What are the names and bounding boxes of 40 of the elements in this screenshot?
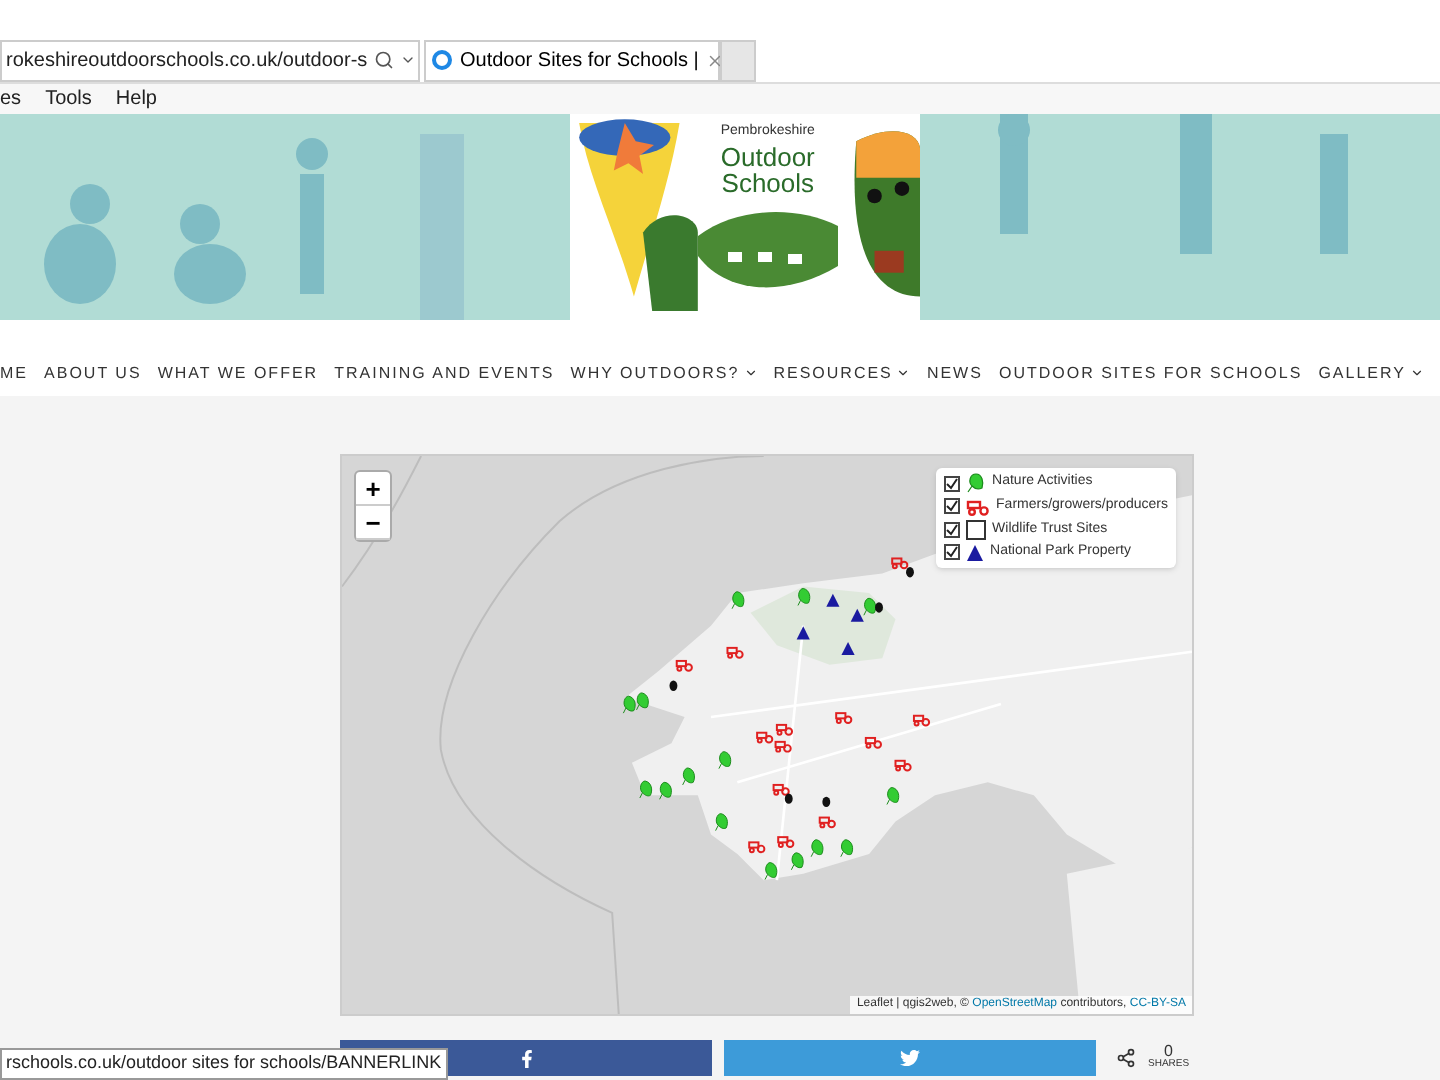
twitter-icon	[900, 1048, 920, 1068]
nav-link[interactable]: ME	[0, 361, 28, 385]
zoom-button[interactable]: +	[356, 472, 390, 506]
square-icon	[966, 519, 987, 540]
share-icon	[1116, 1048, 1136, 1068]
layer-checkbox[interactable]	[944, 544, 961, 561]
share-count: 0	[1164, 1046, 1173, 1058]
browser-tab[interactable]: Outdoor Sites for Schools |	[424, 39, 720, 81]
nav-link[interactable]: TRAINING AND EVENTS	[334, 361, 555, 385]
nav-link[interactable]: RESOURCES	[773, 361, 911, 385]
caret-icon	[743, 366, 758, 380]
nav-link[interactable]: ABOUT US	[44, 361, 142, 385]
address-bar[interactable]: rokeshireoutdoorschools.co.uk/outdoor-s	[0, 39, 420, 81]
nav-link[interactable]: GALLERY	[1318, 361, 1424, 385]
tab-title: Outdoor Sites for Schools |	[460, 47, 699, 75]
dropdown-icon[interactable]	[399, 52, 416, 68]
facebook-icon	[517, 1049, 535, 1067]
browser-logo-icon	[432, 50, 452, 70]
nav-link[interactable]: NEWS	[926, 361, 983, 385]
leaf-icon	[966, 472, 987, 494]
nav-link[interactable]: OUTDOOR SITES FOR SCHOOLS	[998, 361, 1303, 385]
menu-item[interactable]: es	[0, 84, 22, 114]
logo-title: Outdoor	[720, 143, 815, 169]
logo-title: Schools	[721, 169, 815, 195]
status-url-tooltip: rschools.co.uk/outdoor sites for schools/BANNERLINK	[0, 1048, 448, 1079]
search-icon[interactable]	[373, 50, 394, 70]
menu-item[interactable]: Tools	[45, 84, 92, 114]
caret-icon	[896, 366, 911, 380]
url-text: rokeshireoutdoorschools.co.uk/outdoor-s	[6, 47, 368, 75]
nav-link[interactable]: WHY OUTDOORS?	[570, 361, 758, 385]
layer-checkbox[interactable]	[944, 521, 961, 538]
menu-item[interactable]: Help	[115, 84, 157, 114]
tractor-icon	[966, 497, 991, 516]
triangle-icon	[966, 543, 985, 562]
zoom-button[interactable]: −	[356, 506, 390, 540]
close-icon[interactable]	[706, 51, 725, 69]
nav-link[interactable]: WHAT WE OFFER	[157, 361, 319, 385]
layer-checkbox[interactable]	[944, 498, 961, 515]
caret-icon	[1409, 366, 1424, 380]
layer-checkbox[interactable]	[944, 475, 961, 491]
